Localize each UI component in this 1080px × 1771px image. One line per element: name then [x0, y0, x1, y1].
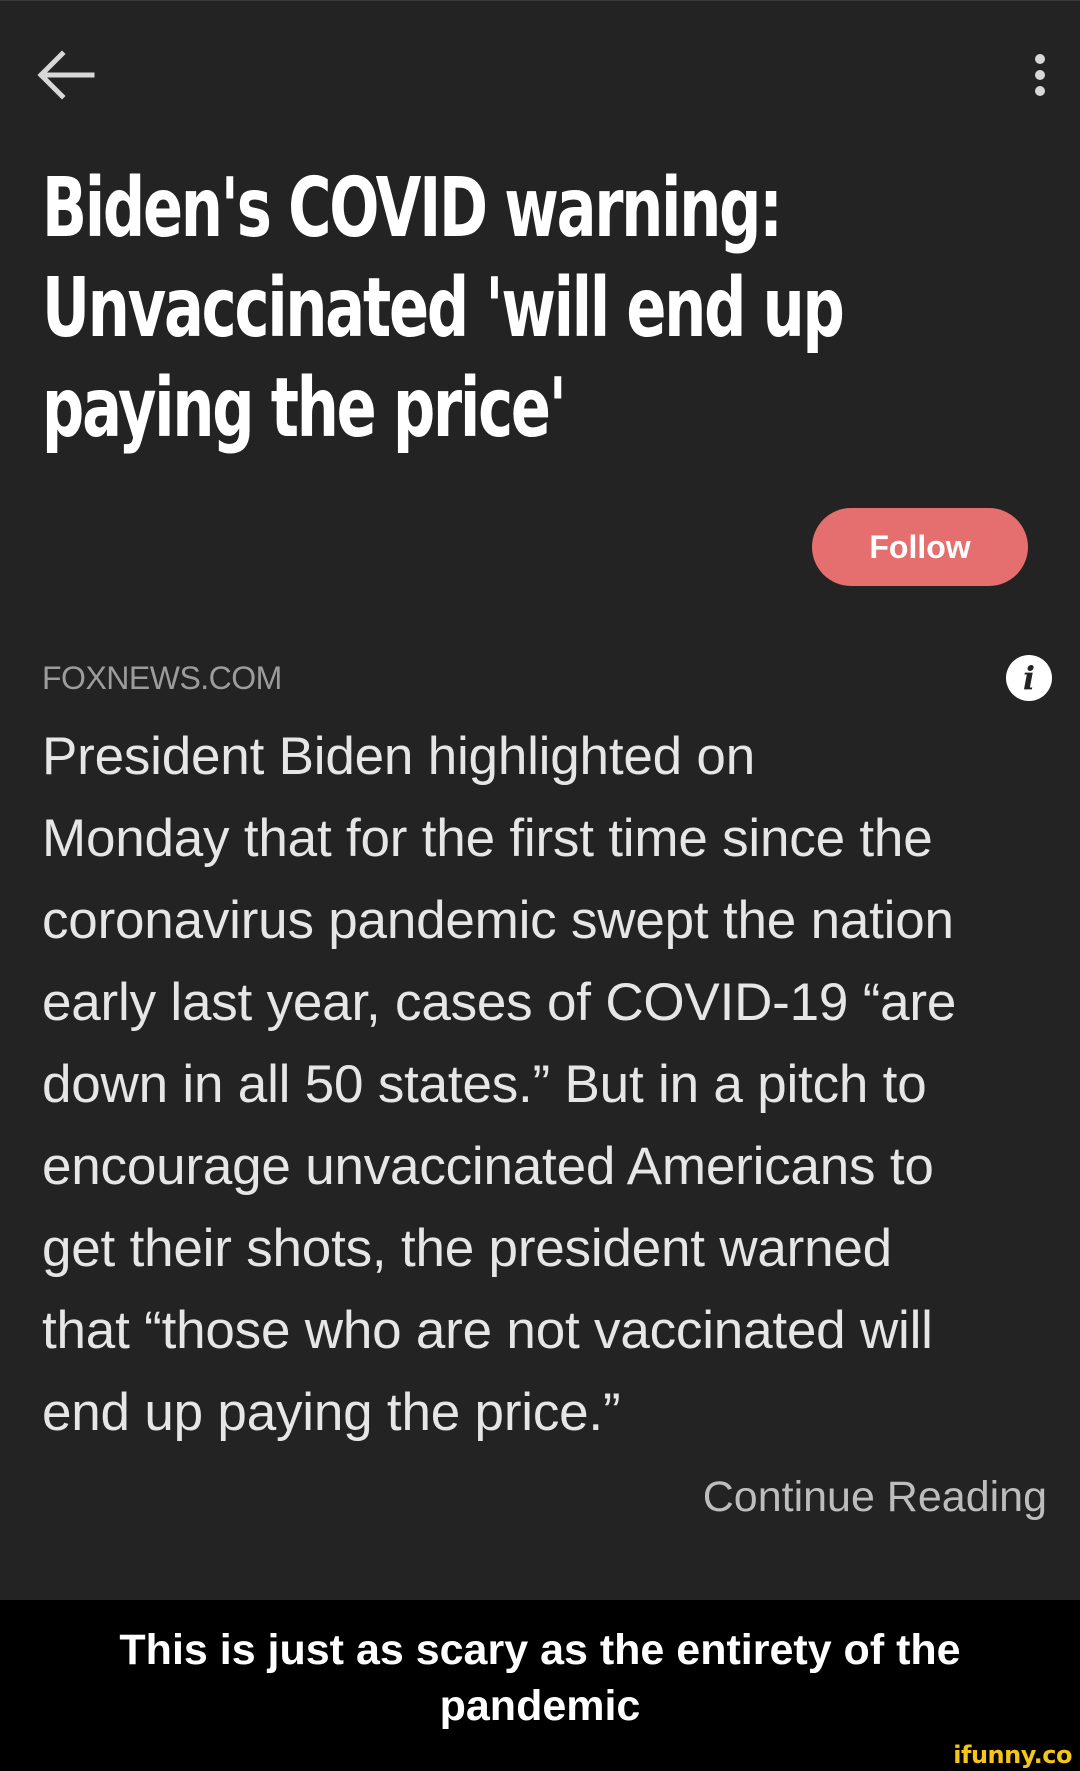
- headline-line: Biden's COVID warning:: [42, 161, 783, 256]
- meme-caption: This is just as scary as the entirety of…: [0, 1622, 1080, 1734]
- article-screen: Biden's COVID warning: Unvaccinated 'wil…: [0, 0, 1080, 1600]
- body-line: Monday that for the first time since the: [42, 809, 933, 868]
- body-line: President Biden highlighted on: [42, 727, 755, 786]
- ifunny-watermark: ifunny.co: [953, 1741, 1072, 1769]
- caption-line: This is just as scary as the entirety of…: [119, 1626, 961, 1674]
- body-line: get their shots, the president warned: [42, 1219, 892, 1278]
- body-line: that “those who are not vaccinated will: [42, 1301, 933, 1360]
- article-body: President Biden highlighted on Monday th…: [42, 716, 1042, 1454]
- info-icon: i: [1022, 659, 1036, 697]
- body-line: end up paying the price.”: [42, 1383, 621, 1442]
- info-button[interactable]: i: [1006, 655, 1052, 701]
- headline-line: paying the price': [42, 361, 567, 456]
- back-button[interactable]: [32, 41, 100, 109]
- follow-button[interactable]: Follow: [812, 508, 1028, 586]
- body-line: coronavirus pandemic swept the nation: [42, 891, 954, 950]
- source-label: FOXNEWS.COM: [42, 660, 282, 696]
- caption-line: pandemic: [439, 1682, 641, 1730]
- body-line: early last year, cases of COVID-19 “are: [42, 973, 957, 1032]
- body-line: encourage unvaccinated Americans to: [42, 1137, 934, 1196]
- caption-bar: This is just as scary as the entirety of…: [0, 1600, 1080, 1771]
- article-headline: Biden's COVID warning: Unvaccinated 'wil…: [42, 159, 845, 459]
- more-options-button[interactable]: [1020, 43, 1060, 107]
- more-vertical-icon: [1035, 54, 1045, 96]
- headline-line: Unvaccinated 'will end up: [42, 261, 845, 356]
- arrow-left-icon: [37, 50, 95, 100]
- continue-reading-link[interactable]: Continue Reading: [703, 1473, 1047, 1522]
- body-line: down in all 50 states.” But in a pitch t…: [42, 1055, 927, 1114]
